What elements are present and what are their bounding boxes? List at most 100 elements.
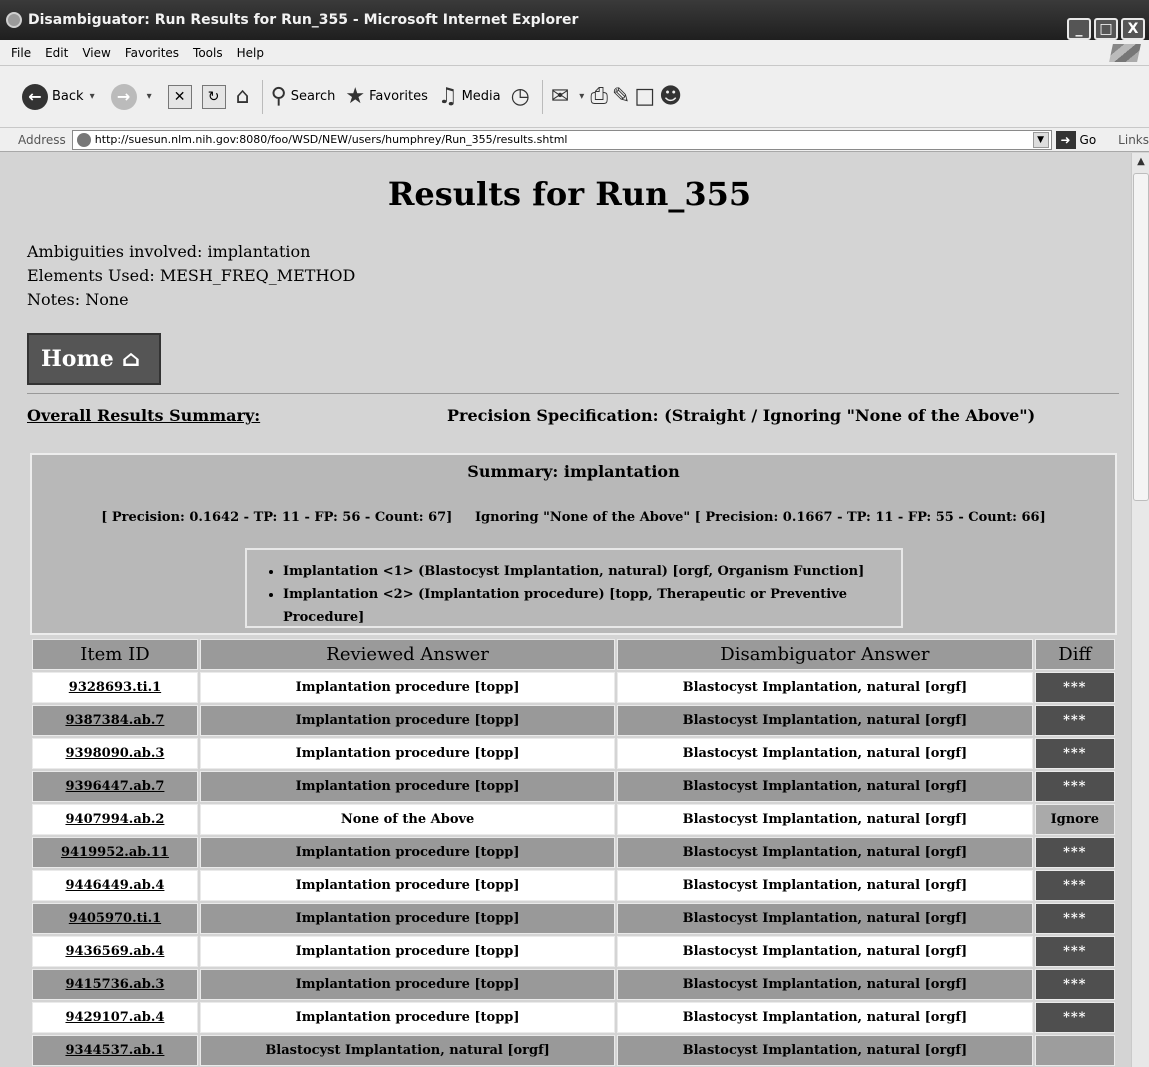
- overall-results-link[interactable]: Overall Results Summary:: [27, 406, 260, 425]
- favorites-label: Favorites: [369, 89, 428, 104]
- diff-cell: ***: [1034, 705, 1115, 736]
- reviewed-answer-cell: Implantation procedure [topp]: [199, 672, 616, 703]
- disambiguator-answer-cell: Blastocyst Implantation, natural [orgf]: [617, 705, 1033, 736]
- media-label: Media: [461, 89, 501, 104]
- table-row: 9344537.ab.1 Blastocyst Implantation, nat…: [32, 1035, 1115, 1066]
- table-body: 9328693.ti.1 Implantation procedure [topp…: [32, 672, 1115, 1066]
- forward-arrow-icon: →: [110, 83, 137, 110]
- address-dropdown-icon[interactable]: ▼: [1032, 131, 1049, 148]
- mail-dropdown-icon[interactable]: ▾: [579, 91, 584, 102]
- summary-title: Summary: implantation: [467, 462, 680, 481]
- item-id-link[interactable]: 9446449.ab.4: [32, 870, 198, 901]
- back-dropdown-icon[interactable]: ▾: [90, 91, 95, 102]
- reviewed-answer-cell: None of the Above: [199, 804, 616, 835]
- forward-button[interactable]: → ▾: [110, 83, 158, 110]
- header-disambiguator-answer: Disambiguator Answer: [617, 639, 1033, 670]
- menu-favorites[interactable]: Favorites: [118, 46, 186, 60]
- item-id-link[interactable]: 9429107.ab.4: [32, 1002, 198, 1033]
- messenger-icon[interactable]: ☻: [659, 84, 682, 109]
- menu-edit[interactable]: Edit: [38, 46, 75, 60]
- address-input[interactable]: http://suesun.nlm.nih.gov:8080/foo/WSD/N…: [71, 129, 1052, 150]
- vertical-scrollbar[interactable]: ▲: [1131, 153, 1149, 1067]
- item-id-link[interactable]: 9387384.ab.7: [32, 705, 198, 736]
- item-id-link[interactable]: 9407994.ab.2: [32, 804, 198, 835]
- go-button[interactable]: ➜ Go: [1055, 130, 1096, 149]
- diff-cell: ***: [1034, 771, 1115, 802]
- stop-icon[interactable]: ✕: [167, 84, 192, 109]
- media-icon: ♫: [437, 84, 458, 109]
- item-id-link[interactable]: 9405970.ti.1: [32, 903, 198, 934]
- sense-item: Implantation <1> (Blastocyst Implantatio…: [283, 560, 901, 583]
- toolbar-separator: [541, 79, 543, 114]
- table-row: 9407994.ab.2 None of the Above Blastocyst …: [32, 804, 1115, 835]
- notes-text: Notes: None: [27, 290, 129, 309]
- disambiguator-answer-cell: Blastocyst Implantation, natural [orgf]: [617, 837, 1033, 868]
- diff-cell: ***: [1034, 738, 1115, 769]
- diff-cell: ***: [1034, 870, 1115, 901]
- summary-precision-line: [ Precision: 0.1642 - TP: 11 - FP: 56 - …: [101, 510, 1046, 525]
- diff-cell: ***: [1034, 672, 1115, 703]
- links-button[interactable]: Links: [1118, 133, 1149, 147]
- header-item-id: Item ID: [32, 639, 198, 670]
- home-label: Home: [41, 346, 114, 372]
- close-button[interactable]: X: [1121, 18, 1145, 40]
- go-arrow-icon: ➜: [1055, 130, 1076, 149]
- page-content: Results for Run_355 Ambiguities involved…: [8, 153, 1131, 1067]
- edit-icon[interactable]: ✎: [612, 84, 630, 109]
- table-row: 9387384.ab.7 Implantation procedure [topp…: [32, 705, 1115, 736]
- print-icon[interactable]: ⎙: [590, 84, 608, 109]
- item-id-link[interactable]: 9344537.ab.1: [32, 1035, 198, 1066]
- reviewed-answer-cell: Implantation procedure [topp]: [199, 870, 616, 901]
- table-row: 9396447.ab.7 Implantation procedure [topp…: [32, 771, 1115, 802]
- elements-text: Elements Used: MESH_FREQ_METHOD: [27, 266, 356, 285]
- ambiguities-text: Ambiguities involved: implantation: [27, 242, 311, 261]
- discuss-icon[interactable]: □: [634, 84, 655, 109]
- senses-list: Implantation <1> (Blastocyst Implantatio…: [245, 548, 903, 628]
- address-bar: Address http://suesun.nlm.nih.gov:8080/f…: [0, 128, 1149, 152]
- item-id-link[interactable]: 9419952.ab.11: [32, 837, 198, 868]
- menu-file[interactable]: File: [4, 46, 38, 60]
- address-label: Address: [18, 132, 66, 147]
- item-id-link[interactable]: 9436569.ab.4: [32, 936, 198, 967]
- search-label: Search: [290, 89, 336, 104]
- diff-cell: ***: [1034, 936, 1115, 967]
- menu-tools[interactable]: Tools: [186, 46, 230, 60]
- home-toolbar-icon[interactable]: ⌂: [236, 84, 250, 109]
- table-row: 9328693.ti.1 Implantation procedure [topp…: [32, 672, 1115, 703]
- media-button[interactable]: ♫ Media: [438, 84, 501, 109]
- minimize-button[interactable]: _: [1067, 18, 1091, 40]
- item-id-link[interactable]: 9415736.ab.3: [32, 969, 198, 1000]
- diff-cell: ***: [1034, 837, 1115, 868]
- mail-icon[interactable]: ✉: [551, 84, 569, 109]
- disambiguator-answer-cell: Blastocyst Implantation, natural [orgf]: [617, 1002, 1033, 1033]
- item-id-link[interactable]: 9398090.ab.3: [32, 738, 198, 769]
- scroll-up-icon[interactable]: ▲: [1132, 153, 1149, 171]
- item-id-link[interactable]: 9396447.ab.7: [32, 771, 198, 802]
- scroll-thumb[interactable]: [1133, 173, 1149, 501]
- reviewed-answer-cell: Implantation procedure [topp]: [199, 903, 616, 934]
- forward-dropdown-icon[interactable]: ▾: [147, 91, 152, 102]
- disambiguator-answer-cell: Blastocyst Implantation, natural [orgf]: [617, 738, 1033, 769]
- back-button[interactable]: ← Back ▾: [22, 83, 101, 110]
- table-row: 9436569.ab.4 Implantation procedure [topp…: [32, 936, 1115, 967]
- item-id-link[interactable]: 9328693.ti.1: [32, 672, 198, 703]
- table-row: 9419952.ab.11 Implantation procedure [top…: [32, 837, 1115, 868]
- back-label: Back: [52, 89, 84, 104]
- home-button[interactable]: Home ⌂: [27, 333, 161, 385]
- maximize-button[interactable]: □: [1094, 18, 1118, 40]
- menu-help[interactable]: Help: [230, 46, 271, 60]
- header-reviewed-answer: Reviewed Answer: [199, 639, 616, 670]
- refresh-icon[interactable]: ↻: [201, 84, 226, 109]
- favorites-button[interactable]: ★ Favorites: [345, 84, 427, 109]
- table-row: 9398090.ab.3 Implantation procedure [topp…: [32, 738, 1115, 769]
- reviewed-answer-cell: Blastocyst Implantation, natural [orgf]: [199, 1035, 616, 1066]
- disambiguator-answer-cell: Blastocyst Implantation, natural [orgf]: [617, 936, 1033, 967]
- menu-view[interactable]: View: [75, 46, 117, 60]
- reviewed-answer-cell: Implantation procedure [topp]: [199, 705, 616, 736]
- window-controls: _ □ X: [1067, 18, 1145, 40]
- disambiguator-answer-cell: Blastocyst Implantation, natural [orgf]: [617, 969, 1033, 1000]
- search-button[interactable]: ⚲ Search: [271, 84, 336, 109]
- history-icon[interactable]: ◷: [511, 84, 530, 109]
- diff-cell: [1034, 1035, 1115, 1066]
- toolbar-separator: [261, 79, 263, 114]
